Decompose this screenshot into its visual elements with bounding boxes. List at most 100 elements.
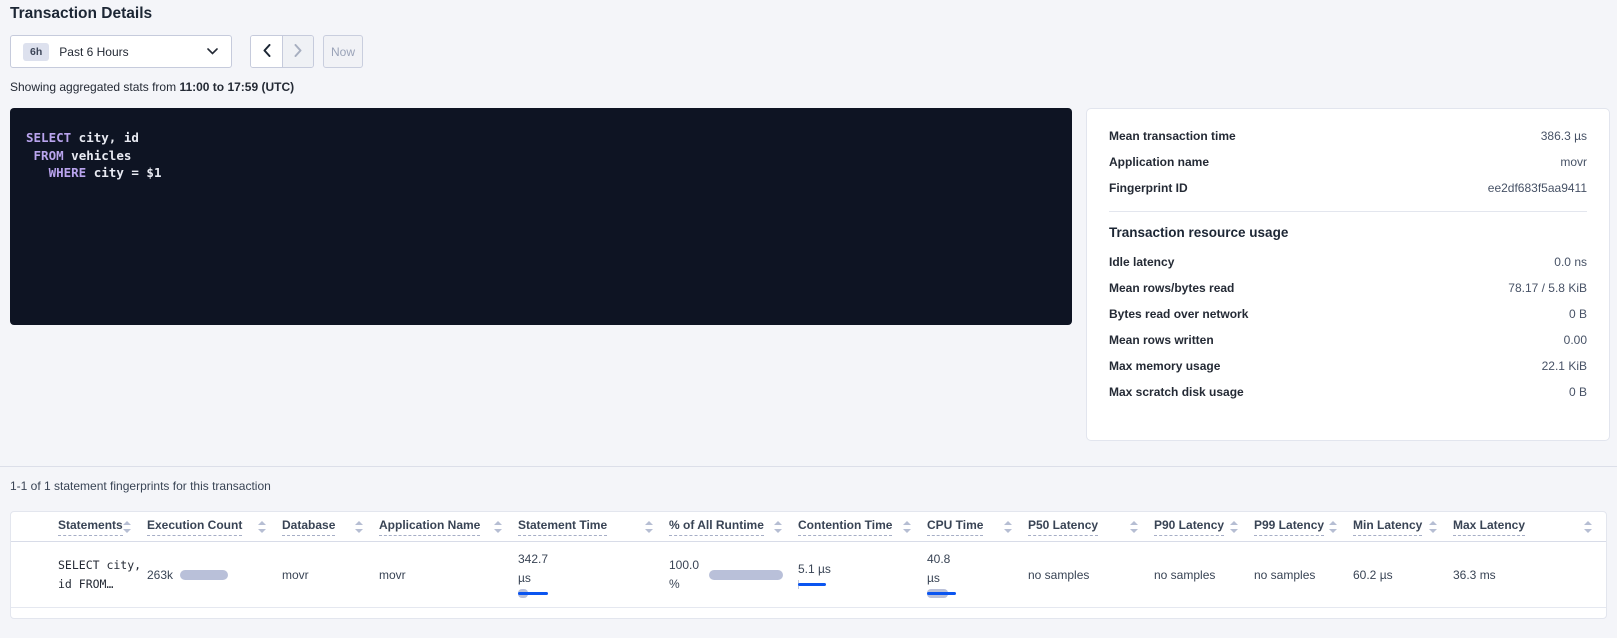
time-nav-group <box>250 35 314 68</box>
now-button[interactable]: Now <box>323 35 363 68</box>
column-header-label: Application Name <box>379 518 480 536</box>
statement-link[interactable]: SELECT city, id FROM… <box>58 556 141 594</box>
column-header-label: Database <box>282 518 335 536</box>
column-header-label: Statement Time <box>518 518 607 536</box>
column-header-label: Execution Count <box>147 518 242 536</box>
cell-p90-latency: no samples <box>1154 568 1254 582</box>
usage-row: Max scratch disk usage 0 B <box>1109 379 1587 405</box>
sort-icon[interactable] <box>774 521 782 533</box>
usage-value: 0 B <box>1569 307 1587 321</box>
usage-label: Max scratch disk usage <box>1109 385 1244 399</box>
summary-label: Fingerprint ID <box>1109 181 1188 195</box>
cell-min-latency: 60.2 µs <box>1353 568 1453 582</box>
cell-p99-latency: no samples <box>1254 568 1353 582</box>
time-picker-row: 6h Past 6 Hours Now <box>10 35 363 68</box>
usage-label: Idle latency <box>1109 255 1174 269</box>
cell-database: movr <box>282 568 379 582</box>
usage-row: Mean rows written 0.00 <box>1109 327 1587 353</box>
execution-count-bar <box>180 570 228 580</box>
column-header-contention-time[interactable]: Contention Time <box>798 512 927 541</box>
transaction-summary-card: Mean transaction time 386.3 µs Applicati… <box>1086 108 1610 441</box>
column-header-label: Statements <box>58 518 123 536</box>
column-header-label: Min Latency <box>1353 518 1422 536</box>
column-header-label: Contention Time <box>798 518 892 536</box>
column-header-p90-latency[interactable]: P90 Latency <box>1154 512 1254 541</box>
sort-icon[interactable] <box>1584 521 1592 533</box>
column-header-label: Max Latency <box>1453 518 1525 536</box>
usage-value: 0.0 ns <box>1554 255 1587 269</box>
page-title: Transaction Details <box>10 5 152 23</box>
usage-row: Bytes read over network 0 B <box>1109 301 1587 327</box>
usage-label: Mean rows written <box>1109 333 1214 347</box>
summary-value: 386.3 µs <box>1541 129 1587 143</box>
summary-label: Application name <box>1109 155 1209 169</box>
sort-icon[interactable] <box>1429 521 1437 533</box>
chevron-down-icon <box>207 48 218 55</box>
contention-time-bar <box>798 580 826 590</box>
usage-value: 0.00 <box>1564 333 1587 347</box>
sort-icon[interactable] <box>1004 521 1012 533</box>
statements-table-header: Statements Execution Count Database Applica… <box>11 512 1606 542</box>
column-header-statement-time[interactable]: Statement Time <box>518 512 669 541</box>
chevron-left-icon <box>263 44 271 60</box>
column-header-label: P90 Latency <box>1154 518 1224 536</box>
column-header-label: % of All Runtime <box>669 518 764 536</box>
column-header-label: P50 Latency <box>1028 518 1098 536</box>
cell-statement-time: 342.7 µs <box>518 550 669 599</box>
usage-row: Max memory usage 22.1 KiB <box>1109 353 1587 379</box>
cell-max-latency: 36.3 ms <box>1453 568 1607 582</box>
summary-value: movr <box>1560 155 1587 169</box>
aggregated-stats-subtitle: Showing aggregated stats from 11:00 to 1… <box>10 80 294 94</box>
sort-icon[interactable] <box>494 521 502 533</box>
cell-application-name: movr <box>379 568 518 582</box>
time-preset-badge: 6h <box>23 43 49 61</box>
usage-row: Mean rows/bytes read 78.17 / 5.8 KiB <box>1109 275 1587 301</box>
sort-icon[interactable] <box>258 521 266 533</box>
sort-icon[interactable] <box>355 521 363 533</box>
column-header-statements[interactable]: Statements <box>58 512 147 541</box>
usage-label: Bytes read over network <box>1109 307 1248 321</box>
summary-label: Mean transaction time <box>1109 129 1236 143</box>
summary-value: ee2df683f5aa9411 <box>1488 181 1587 195</box>
sort-icon[interactable] <box>1130 521 1138 533</box>
usage-row: Idle latency 0.0 ns <box>1109 249 1587 275</box>
cell-statement: SELECT city, id FROM… <box>58 556 147 594</box>
column-header--of-all-runtime[interactable]: % of All Runtime <box>669 512 798 541</box>
cell-execution-count: 263k <box>147 568 282 582</box>
sort-icon[interactable] <box>903 521 911 533</box>
resource-usage-title: Transaction resource usage <box>1109 225 1587 240</box>
usage-label: Max memory usage <box>1109 359 1220 373</box>
usage-label: Mean rows/bytes read <box>1109 281 1234 295</box>
sql-query-box: SELECT city, id FROM vehicles WHERE city… <box>10 108 1072 325</box>
next-time-button[interactable] <box>282 36 313 67</box>
usage-value: 78.17 / 5.8 KiB <box>1508 281 1587 295</box>
column-header-application-name[interactable]: Application Name <box>379 512 518 541</box>
column-header-cpu-time[interactable]: CPU Time <box>927 512 1028 541</box>
column-header-p50-latency[interactable]: P50 Latency <box>1028 512 1154 541</box>
time-preset-label: Past 6 Hours <box>59 45 128 59</box>
fingerprint-count-text: 1-1 of 1 statement fingerprints for this… <box>10 479 271 493</box>
column-header-min-latency[interactable]: Min Latency <box>1353 512 1453 541</box>
column-header-database[interactable]: Database <box>282 512 379 541</box>
column-header-execution-count[interactable]: Execution Count <box>147 512 282 541</box>
table-row: SELECT city, id FROM… 263k movr movr 342… <box>11 542 1606 608</box>
sort-icon[interactable] <box>123 521 131 533</box>
summary-row: Fingerprint ID ee2df683f5aa9411 <box>1109 175 1587 201</box>
runtime-percent-bar <box>709 570 783 580</box>
column-header-max-latency[interactable]: Max Latency <box>1453 512 1607 541</box>
sort-icon[interactable] <box>645 521 653 533</box>
column-header-label: P99 Latency <box>1254 518 1324 536</box>
time-range-dropdown[interactable]: 6h Past 6 Hours <box>10 35 232 68</box>
sql-code: SELECT city, id FROM vehicles WHERE city… <box>26 129 1056 182</box>
sort-icon[interactable] <box>1329 521 1337 533</box>
cell-p50-latency: no samples <box>1028 568 1154 582</box>
column-header-label: CPU Time <box>927 518 983 536</box>
cell-cpu-time: 40.8 µs <box>927 550 1028 599</box>
chevron-right-icon <box>294 44 302 60</box>
cpu-time-bar <box>927 589 956 599</box>
previous-time-button[interactable] <box>251 36 282 67</box>
summary-divider <box>1109 211 1587 212</box>
sort-icon[interactable] <box>1230 521 1238 533</box>
statement-time-bar <box>518 589 548 599</box>
column-header-p99-latency[interactable]: P99 Latency <box>1254 512 1353 541</box>
